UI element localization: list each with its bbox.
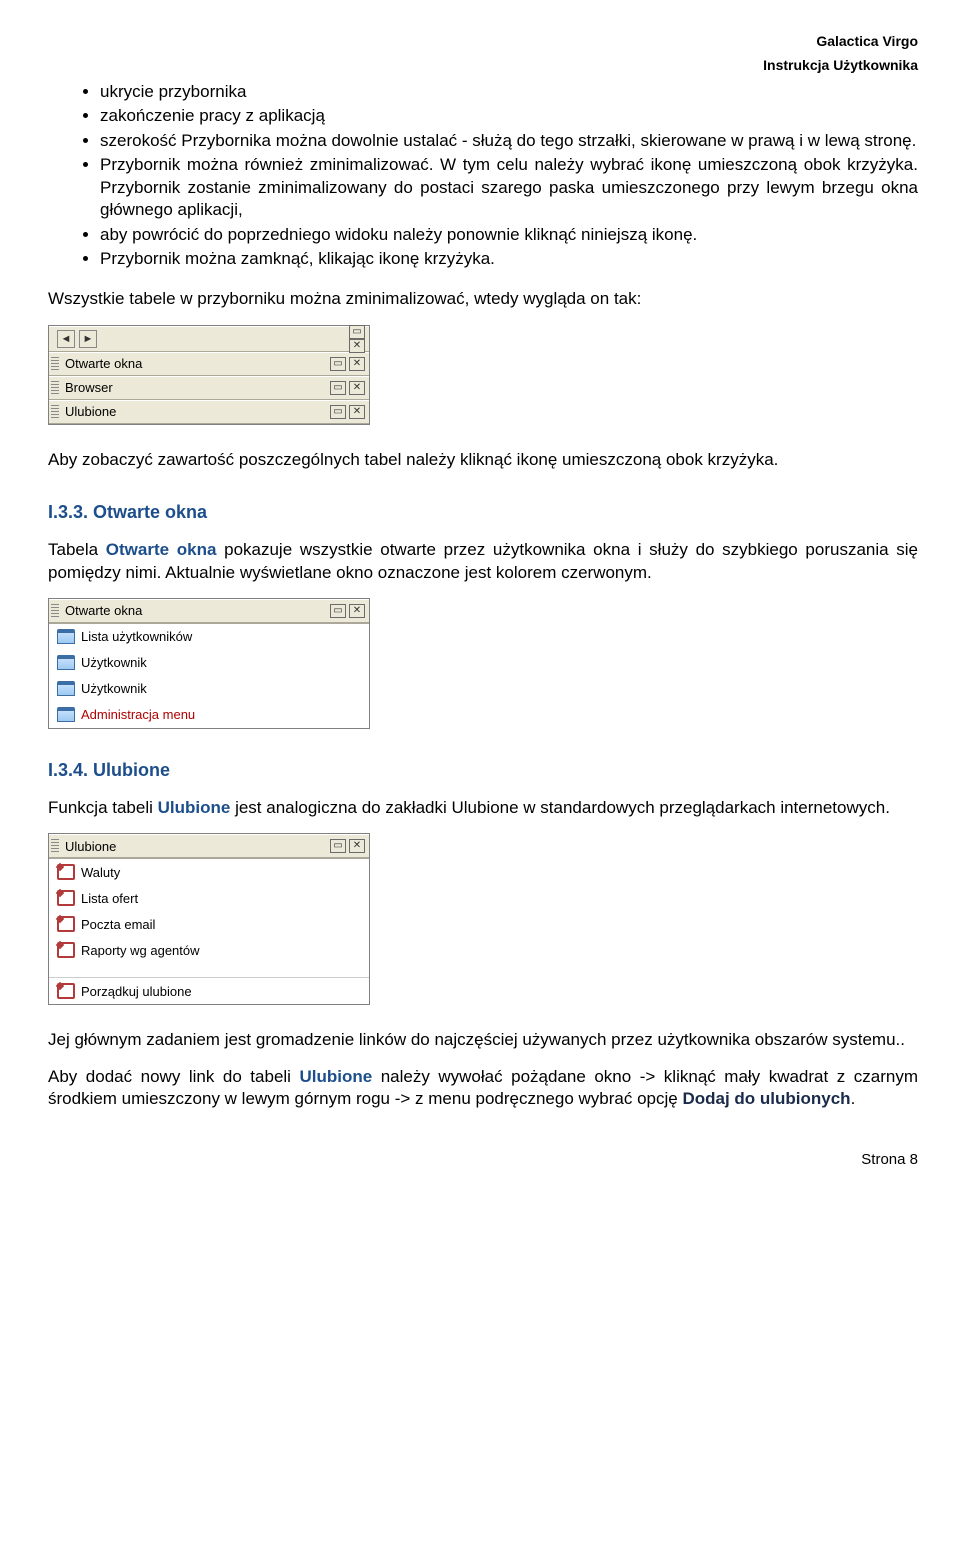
close-icon[interactable]: ✕ (349, 357, 365, 371)
paragraph-otwarte-okna: Tabela Otwarte okna pokazuje wszystkie o… (48, 539, 918, 584)
window-item-label: Administracja menu (81, 706, 195, 723)
window-icon (57, 681, 75, 696)
favorite-item[interactable]: Lista ofert (49, 885, 369, 911)
text: Tabela (48, 540, 106, 559)
bullet-item: Przybornik można również zminimalizować.… (100, 154, 918, 221)
paragraph-expand-hint: Aby zobaczyć zawartość poszczególnych ta… (48, 449, 918, 471)
organize-favorites-label: Porządkuj ulubione (81, 983, 192, 1000)
text: . (851, 1089, 856, 1108)
favorite-label: Lista ofert (81, 890, 138, 907)
favorite-item[interactable]: Raporty wg agentów (49, 937, 369, 963)
close-icon[interactable]: ✕ (349, 339, 365, 353)
grip-icon (51, 357, 59, 371)
window-icon (57, 707, 75, 722)
restore-icon[interactable]: ▭ (330, 405, 346, 419)
text: Funkcja tabeli (48, 798, 158, 817)
heading-otwarte-okna: I.3.3. Otwarte okna (48, 501, 918, 525)
bookmark-icon (57, 942, 75, 958)
window-item-label: Lista użytkowników (81, 628, 192, 645)
favorite-label: Raporty wg agentów (81, 942, 200, 959)
paragraph-ulubione: Funkcja tabeli Ulubione jest analogiczna… (48, 797, 918, 819)
nav-back-button[interactable]: ◄ (57, 330, 75, 348)
close-icon[interactable]: ✕ (349, 381, 365, 395)
open-windows-header: Otwarte okna ▭ ✕ (49, 599, 369, 623)
grip-icon (51, 405, 59, 419)
collapsed-row-browser[interactable]: Browser ▭ ✕ (49, 376, 369, 400)
restore-icon[interactable]: ▭ (349, 325, 365, 339)
collapsed-row-ulubione[interactable]: Ulubione ▭ ✕ (49, 400, 369, 424)
restore-icon[interactable]: ▭ (330, 381, 346, 395)
close-icon[interactable]: ✕ (349, 604, 365, 618)
bookmark-icon (57, 890, 75, 906)
window-item[interactable]: Lista użytkowników (49, 624, 369, 650)
favorite-label: Waluty (81, 864, 120, 881)
doc-subtitle: Instrukcja Użytkownika (48, 56, 918, 74)
nav-forward-button[interactable]: ► (79, 330, 97, 348)
term-ulubione-2: Ulubione (299, 1067, 372, 1086)
window-item-label: Użytkownik (81, 680, 147, 697)
feature-bullet-list: ukrycie przybornika zakończenie pracy z … (48, 81, 918, 271)
restore-icon[interactable]: ▭ (330, 357, 346, 371)
term-ulubione: Ulubione (158, 798, 231, 817)
grip-icon (51, 604, 59, 618)
toolbox-collapsed-panel: ◄ ► ▭ ✕ Otwarte okna ▭ ✕ Browser ▭ ✕ Ulu… (48, 325, 370, 425)
restore-icon[interactable]: ▭ (330, 839, 346, 853)
grip-icon (51, 381, 59, 395)
toolbox-nav-row: ◄ ► ▭ ✕ (49, 326, 369, 352)
window-icon (57, 655, 75, 670)
favorite-label: Poczta email (81, 916, 155, 933)
panel-title: Otwarte okna (63, 602, 330, 619)
bullet-item: aby powrócić do poprzedniego widoku nale… (100, 224, 918, 246)
window-item[interactable]: Użytkownik (49, 676, 369, 702)
bookmark-icon (57, 983, 75, 999)
bullet-item: szerokość Przybornika można dowolnie ust… (100, 130, 918, 152)
page-number: Strona 8 (48, 1150, 918, 1170)
paragraph-minimized-intro: Wszystkie tabele w przyborniku można zmi… (48, 288, 918, 310)
favorite-item[interactable]: Waluty (49, 859, 369, 885)
panel-title: Ulubione (63, 838, 330, 855)
favorites-header: Ulubione ▭ ✕ (49, 834, 369, 858)
paragraph-favorites-purpose: Jej głównym zadaniem jest gromadzenie li… (48, 1029, 918, 1051)
bullet-item: zakończenie pracy z aplikacją (100, 105, 918, 127)
window-item-active[interactable]: Administracja menu (49, 702, 369, 728)
paragraph-add-favorite: Aby dodać nowy link do tabeli Ulubione n… (48, 1066, 918, 1111)
favorites-panel: Ulubione ▭ ✕ Waluty Lista ofert Poczta e… (48, 833, 370, 1005)
bookmark-icon (57, 864, 75, 880)
doc-brand: Galactica Virgo (48, 32, 918, 50)
collapsed-row-label: Browser (63, 379, 330, 396)
bookmark-icon (57, 916, 75, 932)
text: jest analogiczna do zakładki Ulubione w … (230, 798, 890, 817)
close-icon[interactable]: ✕ (349, 839, 365, 853)
close-icon[interactable]: ✕ (349, 405, 365, 419)
term-otwarte-okna: Otwarte okna (106, 540, 217, 559)
window-item-label: Użytkownik (81, 654, 147, 671)
grip-icon (51, 839, 59, 853)
collapsed-row-label: Ulubione (63, 403, 330, 420)
restore-icon[interactable]: ▭ (330, 604, 346, 618)
collapsed-row-otwarte[interactable]: Otwarte okna ▭ ✕ (49, 352, 369, 376)
heading-ulubione: I.3.4. Ulubione (48, 759, 918, 783)
collapsed-row-label: Otwarte okna (63, 355, 330, 372)
term-dodaj-do-ulubionych: Dodaj do ulubionych (682, 1089, 850, 1108)
window-item[interactable]: Użytkownik (49, 650, 369, 676)
organize-favorites[interactable]: Porządkuj ulubione (49, 977, 369, 1004)
text: Aby dodać nowy link do tabeli (48, 1067, 299, 1086)
favorite-item[interactable]: Poczta email (49, 911, 369, 937)
bullet-item: Przybornik można zamknąć, klikając ikonę… (100, 248, 918, 270)
window-icon (57, 629, 75, 644)
open-windows-panel: Otwarte okna ▭ ✕ Lista użytkowników Użyt… (48, 598, 370, 729)
bullet-item: ukrycie przybornika (100, 81, 918, 103)
